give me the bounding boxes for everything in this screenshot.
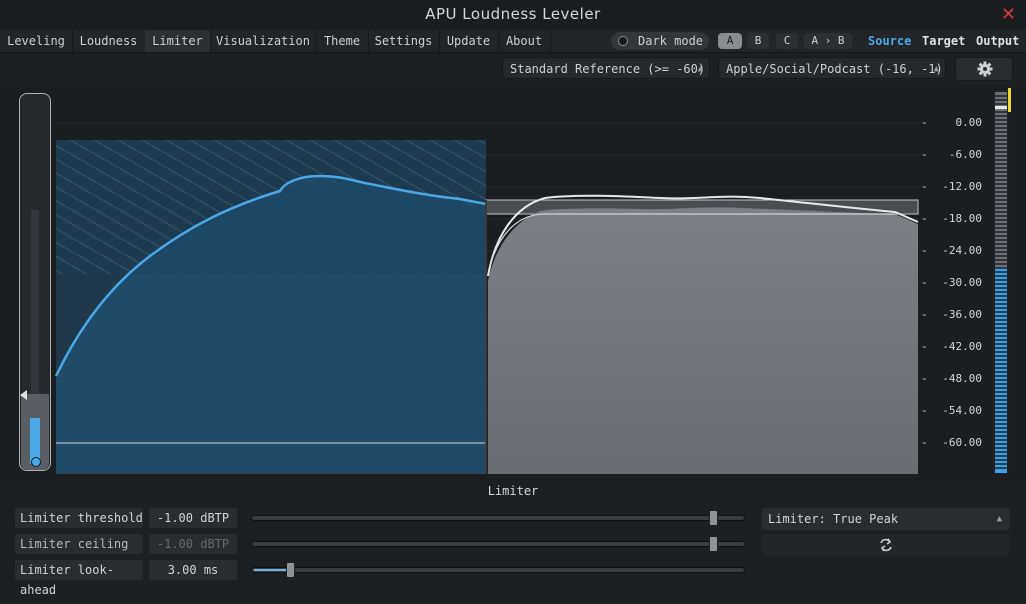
lookahead-slider[interactable] <box>251 562 745 578</box>
lookahead-slider-handle[interactable] <box>286 562 296 578</box>
tab-update[interactable]: Update <box>439 30 499 52</box>
view-target-link[interactable]: Target <box>922 32 965 50</box>
tab-limiter[interactable]: Limiter <box>145 30 211 52</box>
limiter-mode-select[interactable]: Limiter: True Peak ▲ <box>762 508 1010 530</box>
close-icon[interactable]: ✕ <box>1001 4 1016 25</box>
ceiling-label: Limiter ceiling <box>15 534 143 554</box>
toggle-dot-icon <box>618 36 628 46</box>
ceiling-slider-handle[interactable] <box>708 536 718 552</box>
ceiling-value[interactable]: -1.00 dBTP <box>149 534 237 554</box>
preset-a-button[interactable]: A <box>718 33 742 49</box>
gear-icon <box>977 61 993 77</box>
scale-label: -54.00 <box>942 404 982 417</box>
slider-pointer-icon <box>20 390 27 400</box>
dark-mode-label: Dark mode <box>638 34 704 48</box>
tab-loudness[interactable]: Loudness <box>72 30 146 52</box>
peak-hold-marker <box>995 106 1007 109</box>
meter-clip-indicator <box>1008 88 1011 112</box>
lookahead-value[interactable]: 3.00 ms <box>149 560 237 580</box>
view-output-link[interactable]: Output <box>976 32 1019 50</box>
window-title: APU Loudness Leveler <box>425 5 601 23</box>
threshold-label: Limiter threshold <box>15 508 143 528</box>
limiter-mode-value: Limiter: True Peak <box>768 512 899 526</box>
scale-label: -18.00 <box>942 212 982 225</box>
copy-a-to-b-button[interactable]: A › B <box>804 33 852 49</box>
updown-arrows-icon: ▲ <box>996 514 1002 524</box>
tab-visualization[interactable]: Visualization <box>210 30 317 52</box>
scale-label: -30.00 <box>942 276 982 289</box>
scale-label: -48.00 <box>942 372 982 385</box>
reset-button[interactable] <box>762 534 1010 556</box>
settings-button[interactable] <box>955 57 1013 81</box>
tab-about[interactable]: About <box>498 30 551 52</box>
updown-arrows-icon: ▲ <box>933 64 939 74</box>
loudness-graph <box>54 88 1011 474</box>
scale-label: -60.00 <box>942 436 982 449</box>
section-title: Limiter <box>487 484 539 498</box>
tab-leveling[interactable]: Leveling <box>0 30 73 52</box>
scale-label: -36.00 <box>942 308 982 321</box>
slider-handle-icon[interactable] <box>31 457 41 467</box>
gain-vertical-slider[interactable] <box>19 93 51 471</box>
preset-b-button[interactable]: B <box>747 33 769 49</box>
scale-label: -12.00 <box>942 180 982 193</box>
threshold-slider-handle[interactable] <box>708 510 718 526</box>
threshold-value[interactable]: -1.00 dBTP <box>149 508 237 528</box>
reference-select[interactable]: Standard Reference (>= -60) ▲ <box>502 57 710 79</box>
scale-label: -42.00 <box>942 340 982 353</box>
scale-label: -24.00 <box>942 244 982 257</box>
preset-c-button[interactable]: C <box>776 33 798 49</box>
updown-arrows-icon: ▲ <box>697 64 703 74</box>
reference-select-value: Standard Reference (>= -60) <box>510 62 706 76</box>
lookahead-label: Limiter look-ahead <box>15 560 143 597</box>
tab-settings[interactable]: Settings <box>368 30 440 52</box>
title-bar: APU Loudness Leveler ✕ <box>0 0 1026 30</box>
tab-theme[interactable]: Theme <box>316 30 369 52</box>
ceiling-slider[interactable] <box>251 536 745 552</box>
refresh-icon <box>880 538 892 552</box>
view-source-link[interactable]: Source <box>868 32 911 50</box>
scale-label: -6.00 <box>948 148 982 161</box>
output-loudness-area <box>488 207 918 474</box>
dark-mode-toggle[interactable]: Dark mode <box>611 32 709 50</box>
target-select-value: Apple/Social/Podcast (-16, -1) <box>726 62 943 76</box>
target-select[interactable]: Apple/Social/Podcast (-16, -1) ▲ <box>718 57 946 79</box>
scale-label: 0.00 <box>955 116 983 129</box>
threshold-slider[interactable] <box>251 510 745 526</box>
